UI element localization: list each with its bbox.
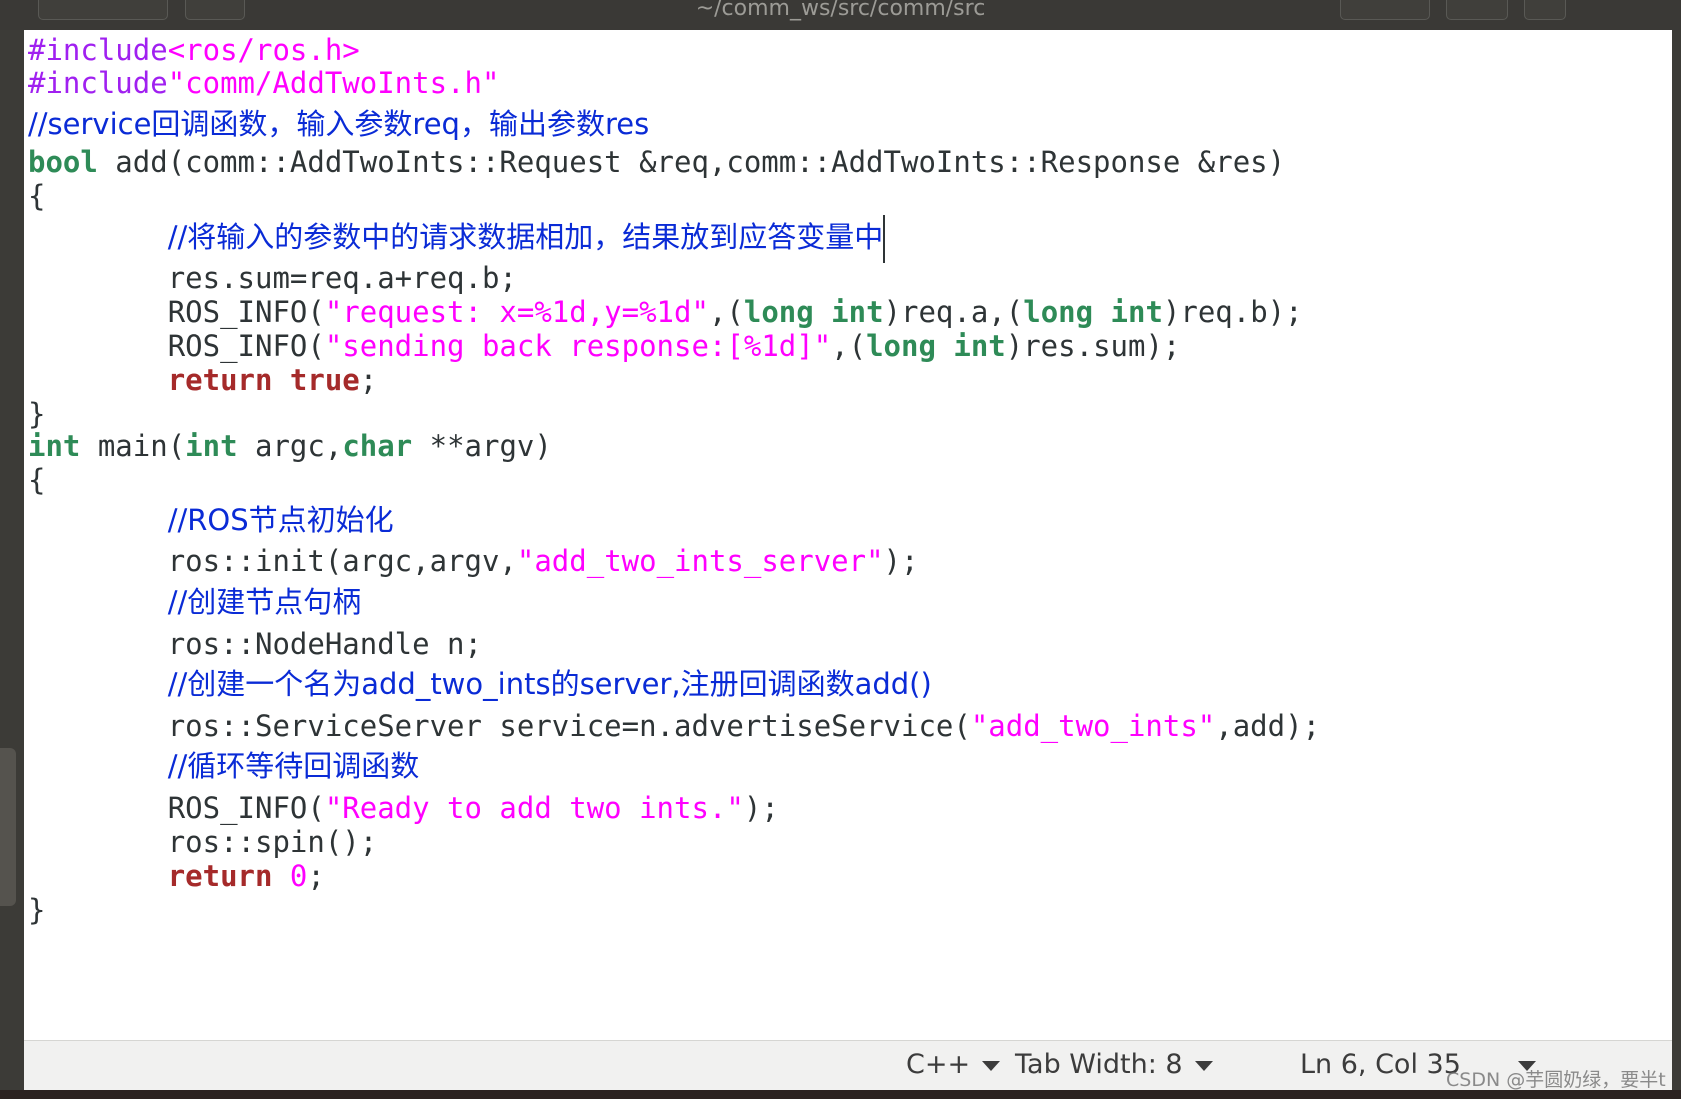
chevron-down-icon	[1194, 1060, 1213, 1071]
tab-width-selector[interactable]: Tab Width: 8	[1015, 1049, 1213, 1080]
status-bar: C++ Tab Width: 8 Ln 6, Col 35	[24, 1040, 1672, 1091]
save-button[interactable]	[1340, 0, 1430, 20]
code-comment: //创建节点句柄	[167, 585, 362, 619]
code-token: ,(	[831, 329, 867, 363]
language-selector[interactable]: C++	[906, 1049, 1001, 1080]
right-edge	[1672, 30, 1681, 1099]
code-token: ros::NodeHandle n;	[167, 627, 482, 661]
code-token: }	[28, 893, 46, 927]
code-token: "add_two_ints"	[970, 709, 1216, 743]
code-comment: //ROS节点初始化	[167, 503, 394, 537]
code-token: bool	[28, 145, 98, 179]
code-token: );	[743, 791, 779, 825]
code-token: <ros/ros.h>	[167, 33, 360, 67]
code-token: true	[289, 363, 360, 397]
code-token: ROS_INFO(	[167, 791, 325, 825]
code-line[interactable]: //创建一个名为add_two_ints的server,注册回调函数add()	[28, 664, 932, 704]
code-token: char	[342, 429, 413, 463]
code-line[interactable]: }	[28, 890, 45, 930]
code-token: )res.sum);	[1005, 329, 1181, 363]
code-token: **argv)	[412, 429, 552, 463]
code-token: ros::init(argc,argv,	[167, 544, 517, 578]
code-token: 0	[289, 859, 308, 893]
language-label: C++	[906, 1049, 971, 1080]
menu-button[interactable]	[1446, 0, 1508, 20]
minimize-button[interactable]	[1524, 0, 1566, 20]
bottom-border	[0, 1090, 1681, 1099]
code-token: ros::ServiceServer service=n.advertiseSe…	[167, 709, 971, 743]
code-line[interactable]: //service回调函数，输入参数req，输出参数res	[28, 104, 649, 144]
left-panel-edge	[0, 30, 24, 1099]
code-token: "comm/AddTwoInts.h"	[167, 66, 500, 100]
code-token: ,add);	[1215, 709, 1321, 743]
code-comment: //将输入的参数中的请求数据相加，结果放到应答变量中	[167, 220, 884, 254]
code-token: "Ready to add two ints."	[324, 791, 744, 825]
editor-window: ~/comm_ws/src/comm/src #include<ros/ros.…	[0, 0, 1681, 1099]
code-token: "add_two_ints_server"	[516, 544, 884, 578]
code-token: return	[167, 859, 273, 893]
code-line[interactable]: {	[28, 176, 45, 216]
code-token: ;	[307, 859, 325, 893]
code-token: ROS_INFO(	[167, 295, 325, 329]
cursor-position-label: Ln 6, Col 35	[1300, 1049, 1461, 1080]
code-token: int	[28, 429, 81, 463]
code-comment: //创建一个名为add_two_ints的server,注册回调函数add()	[167, 667, 932, 701]
code-token: ROS_INFO(	[167, 329, 325, 363]
side-panel-handle[interactable]	[0, 748, 16, 906]
code-token: ,(	[708, 295, 744, 329]
code-token: long int	[1023, 295, 1163, 329]
code-token: #include	[28, 33, 168, 67]
code-token: long int	[743, 295, 884, 329]
code-line[interactable]: return true;	[28, 360, 378, 400]
code-comment: //service回调函数，输入参数req，输出参数res	[28, 107, 650, 141]
code-comment: //循环等待回调函数	[167, 749, 420, 783]
code-token: ;	[359, 363, 378, 397]
code-token: #include	[28, 66, 168, 100]
text-cursor	[883, 215, 886, 263]
code-line[interactable]: #include"comm/AddTwoInts.h"	[28, 63, 499, 103]
code-line[interactable]: //ROS节点初始化	[28, 500, 394, 540]
code-line[interactable]: ros::NodeHandle n;	[28, 624, 482, 664]
tab-width-label: Tab Width: 8	[1015, 1049, 1183, 1080]
code-line[interactable]: //创建节点句柄	[28, 582, 362, 622]
code-token: {	[28, 463, 46, 497]
code-token: )req.b);	[1162, 295, 1303, 329]
code-token: "sending back response:[%1d]"	[324, 329, 832, 363]
code-line[interactable]: ros::init(argc,argv,"add_two_ints_server…	[28, 541, 919, 581]
code-line[interactable]: //将输入的参数中的请求数据相加，结果放到应答变量中	[28, 215, 886, 263]
code-line[interactable]: bool add(comm::AddTwoInts::Request &req,…	[28, 142, 1285, 182]
code-token: res.sum=req.a+req.b;	[167, 261, 517, 295]
code-token: ros::spin();	[167, 825, 378, 859]
code-token: int	[185, 429, 238, 463]
watermark-text: CSDN @芋圆奶绿，要半t	[1446, 1069, 1666, 1091]
code-line[interactable]: int main(int argc,char **argv)	[28, 426, 552, 466]
code-line[interactable]: ros::ServiceServer service=n.advertiseSe…	[28, 706, 1320, 746]
code-token: "request: x=%1d,y=%1d"	[324, 295, 709, 329]
code-token: long int	[866, 329, 1006, 363]
code-token: {	[28, 179, 46, 213]
code-token: return	[167, 363, 273, 397]
code-token: argc,	[237, 429, 343, 463]
chevron-down-icon	[982, 1060, 1001, 1071]
code-token: )req.a,(	[883, 295, 1024, 329]
code-line[interactable]: return 0;	[28, 856, 325, 896]
title-bar: ~/comm_ws/src/comm/src	[0, 0, 1681, 30]
code-token: add(comm::AddTwoInts::Request &req,comm:…	[97, 145, 1286, 179]
code-editor[interactable]: #include<ros/ros.h> #include"comm/AddTwoI…	[24, 30, 1672, 1040]
code-line[interactable]: {	[28, 460, 45, 500]
code-token: );	[883, 544, 919, 578]
cursor-position[interactable]: Ln 6, Col 35	[1300, 1049, 1461, 1080]
code-token: main(	[80, 429, 186, 463]
code-line[interactable]: //循环等待回调函数	[28, 746, 420, 786]
